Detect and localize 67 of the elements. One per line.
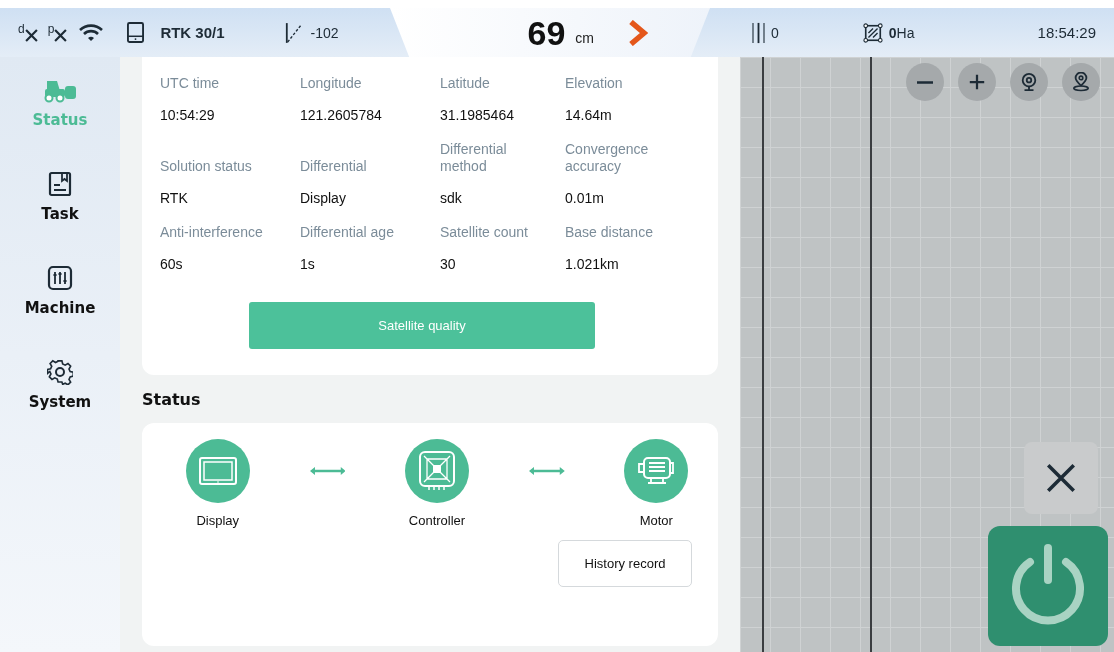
zoom-out-button[interactable] [906, 63, 944, 101]
nav-item[interactable]: System [28, 359, 92, 411]
signal-letter: d [18, 23, 25, 35]
field-label: Convergence accuracy [565, 141, 650, 175]
field-value: 1s [300, 256, 316, 272]
field-value: sdk [440, 190, 463, 206]
nav-item[interactable]: Machine [24, 265, 96, 317]
field-label: Differential [300, 158, 368, 175]
location-button[interactable] [1062, 63, 1100, 101]
sliders-icon [47, 265, 73, 291]
wifi-icon [79, 23, 104, 42]
offset-value: 69 [527, 15, 566, 50]
field-value: 30 [440, 256, 457, 272]
lane-count: 0 [771, 24, 779, 41]
chip-icon [405, 439, 469, 503]
double-arrow-icon [309, 467, 346, 475]
field-label: Base distance [565, 224, 654, 241]
field-value: 14.64m [565, 107, 613, 123]
chevron-right-icon [628, 19, 648, 46]
tablet-icon [127, 22, 145, 43]
document-icon [48, 171, 72, 197]
close-icon [1044, 461, 1078, 495]
device-label: Motor [639, 513, 673, 528]
slope-icon [284, 21, 303, 44]
field-label: Longitude [300, 75, 363, 92]
slope-value: -102 [310, 24, 339, 41]
field-value: 121.2605784 [300, 107, 383, 123]
settings-icon [47, 359, 73, 385]
minus-icon [916, 80, 934, 84]
clock-time: 18:54:29 [1037, 24, 1096, 41]
field-value: 0.01m [565, 190, 605, 206]
field-value: 60s [160, 256, 184, 272]
field-value: 31.1985464 [440, 107, 515, 123]
field-label: Latitude [440, 75, 491, 92]
device-label: Display [196, 513, 240, 528]
motor-icon [624, 439, 689, 503]
area-value: 0Ha [888, 24, 915, 41]
signal-letter: p [47, 23, 55, 35]
area-icon [862, 22, 883, 43]
close-button[interactable] [1024, 442, 1098, 514]
lane-icon [752, 21, 765, 44]
history-record-button[interactable]: History record [558, 540, 692, 587]
webcam-icon [1020, 72, 1038, 92]
camera-button[interactable] [1010, 63, 1048, 101]
field-label: Elevation [565, 75, 624, 92]
rtk-status: RTK 30/1 [160, 24, 225, 41]
field-value: 10:54:29 [160, 107, 216, 123]
cross-icon [54, 29, 68, 42]
device-label: Controller [408, 513, 466, 528]
double-arrow-icon [528, 467, 565, 475]
field-label: Differential age [300, 224, 395, 241]
monitor-icon [185, 439, 250, 503]
offset-unit: cm [575, 29, 594, 46]
section-title: Status [142, 390, 202, 409]
cross-icon [24, 29, 38, 42]
field-label: Satellite count [440, 224, 529, 241]
location-pin-icon [1072, 72, 1090, 92]
nav-item[interactable]: Task [41, 171, 79, 223]
zoom-in-button[interactable] [958, 63, 996, 101]
field-value: 1.021km [565, 256, 620, 272]
field-label: Solution status [160, 158, 253, 175]
field-label: Differential method [440, 141, 508, 175]
field-value: RTK [160, 190, 189, 206]
field-label: Anti-interference [160, 224, 264, 241]
field-label: UTC time [160, 75, 221, 92]
field-value: Display [300, 190, 347, 206]
plus-icon [968, 73, 986, 91]
